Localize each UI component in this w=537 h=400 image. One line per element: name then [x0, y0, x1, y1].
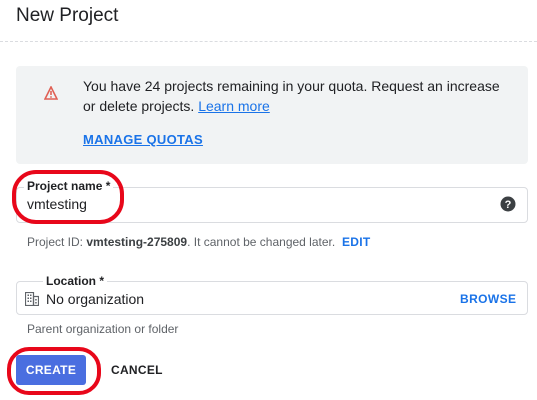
warning-triangle-icon: [44, 86, 58, 100]
quota-notice: You have 24 projects remaining in your q…: [16, 66, 528, 164]
project-id-prefix: Project ID:: [27, 235, 84, 249]
project-id-value: vmtesting-275809: [86, 235, 188, 249]
quota-message-text: You have 24 projects remaining in your q…: [83, 78, 500, 114]
project-id-helper: Project ID: vmtesting-275809. It cannot …: [27, 235, 335, 249]
page-title: New Project: [16, 5, 119, 26]
organization-icon: [25, 292, 39, 306]
title-divider: [0, 41, 537, 42]
project-id-suffix: . It cannot be changed later.: [187, 235, 336, 249]
svg-text:?: ?: [505, 199, 512, 211]
location-value: No organization: [46, 291, 145, 307]
manage-quotas-link[interactable]: MANAGE QUOTAS: [83, 132, 203, 147]
help-icon[interactable]: ?: [500, 196, 516, 212]
project-name-input[interactable]: vmtesting: [27, 196, 87, 212]
quota-message: You have 24 projects remaining in your q…: [83, 76, 503, 116]
create-button[interactable]: CREATE: [16, 355, 86, 385]
new-project-dialog: New Project You have 24 projects remaini…: [0, 0, 537, 400]
location-helper: Parent organization or folder: [27, 322, 179, 336]
project-name-label: Project name *: [24, 179, 114, 193]
cancel-button[interactable]: CANCEL: [111, 363, 163, 377]
browse-button[interactable]: BROWSE: [460, 292, 516, 306]
location-label: Location *: [43, 274, 108, 288]
edit-project-id-button[interactable]: EDIT: [342, 235, 371, 249]
learn-more-link[interactable]: Learn more: [198, 98, 270, 114]
